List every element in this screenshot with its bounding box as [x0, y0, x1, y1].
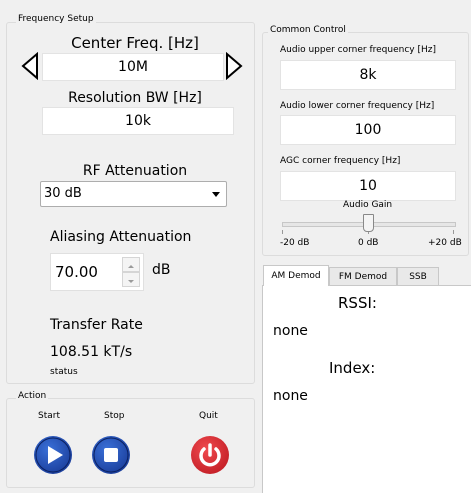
power-icon	[199, 443, 221, 467]
gain-max-label: +20 dB	[428, 238, 462, 248]
chevron-down-icon	[128, 280, 134, 283]
resolution-bw-label: Resolution BW [Hz]	[68, 90, 202, 106]
lower-corner-label: Audio lower corner frequency [Hz]	[280, 101, 435, 111]
gain-min-label: -20 dB	[280, 238, 310, 248]
lower-corner-input[interactable]: 100	[280, 115, 456, 145]
slider-tick-left	[282, 230, 283, 234]
tab-am-demod-label: AM Demod	[271, 271, 321, 281]
transfer-rate-value: 108.51 kT/s	[50, 344, 133, 360]
aliasing-unit-label: dB	[152, 262, 171, 278]
play-icon	[35, 437, 71, 473]
transfer-rate-label: Transfer Rate	[50, 317, 143, 333]
spin-up-button[interactable]	[122, 257, 140, 272]
rf-attenuation-label: RF Attenuation	[82, 163, 188, 179]
quit-label: Quit	[199, 411, 218, 421]
aliasing-attenuation-value: 70.00	[55, 263, 98, 281]
upper-corner-value: 8k	[359, 67, 377, 83]
slider-thumb[interactable]	[363, 214, 374, 232]
tab-ssb-label: SSB	[409, 272, 427, 282]
index-value: none	[273, 388, 308, 404]
tab-fm-demod-label: FM Demod	[338, 272, 388, 282]
resolution-bw-value: 10k	[125, 113, 151, 129]
center-freq-input[interactable]: 10M	[42, 53, 224, 81]
center-freq-value: 10M	[118, 59, 148, 75]
stop-icon	[93, 437, 129, 473]
index-label: Index:	[329, 359, 376, 377]
start-button[interactable]	[34, 436, 72, 474]
demod-panel: RSSI: none Index: none	[262, 285, 471, 493]
lower-corner-value: 100	[354, 122, 382, 138]
aliasing-attenuation-label: Aliasing Attenuation	[50, 229, 192, 245]
action-title: Action	[16, 391, 49, 401]
upper-corner-label: Audio upper corner frequency [Hz]	[280, 45, 436, 55]
gain-mid-label: 0 dB	[358, 238, 379, 248]
common-control-title: Common Control	[268, 25, 348, 35]
tab-ssb[interactable]: SSB	[397, 267, 439, 286]
increase-freq-button[interactable]	[224, 51, 244, 81]
audio-gain-slider[interactable]	[282, 212, 456, 236]
center-freq-label: Center Freq. [Hz]	[71, 34, 199, 52]
spin-down-button[interactable]	[122, 272, 140, 287]
start-label: Start	[38, 411, 60, 421]
dropdown-arrow-icon	[212, 192, 220, 197]
agc-corner-input[interactable]: 10	[280, 171, 456, 201]
arrow-left-icon	[21, 51, 38, 81]
agc-corner-value: 10	[359, 178, 377, 194]
frequency-setup-title: Frequency Setup	[16, 14, 96, 24]
rssi-value: none	[273, 323, 308, 339]
aliasing-attenuation-spinbox[interactable]: 70.00	[50, 253, 144, 291]
quit-button[interactable]	[191, 436, 229, 474]
arrow-right-icon	[226, 51, 243, 81]
status-text: status	[50, 367, 78, 377]
slider-tick-right	[453, 230, 454, 234]
agc-corner-label: AGC corner frequency [Hz]	[280, 156, 401, 166]
stop-label: Stop	[104, 411, 125, 421]
rssi-label: RSSI:	[338, 294, 377, 312]
resolution-bw-input[interactable]: 10k	[42, 107, 234, 135]
stop-button[interactable]	[92, 436, 130, 474]
decrease-freq-button[interactable]	[20, 51, 40, 81]
rf-attenuation-selected: 30 dB	[44, 186, 82, 201]
tab-fm-demod[interactable]: FM Demod	[329, 267, 397, 286]
upper-corner-input[interactable]: 8k	[280, 60, 456, 90]
tab-am-demod[interactable]: AM Demod	[263, 265, 329, 286]
rf-attenuation-select[interactable]: 30 dB	[40, 181, 227, 207]
audio-gain-label: Audio Gain	[343, 200, 393, 210]
